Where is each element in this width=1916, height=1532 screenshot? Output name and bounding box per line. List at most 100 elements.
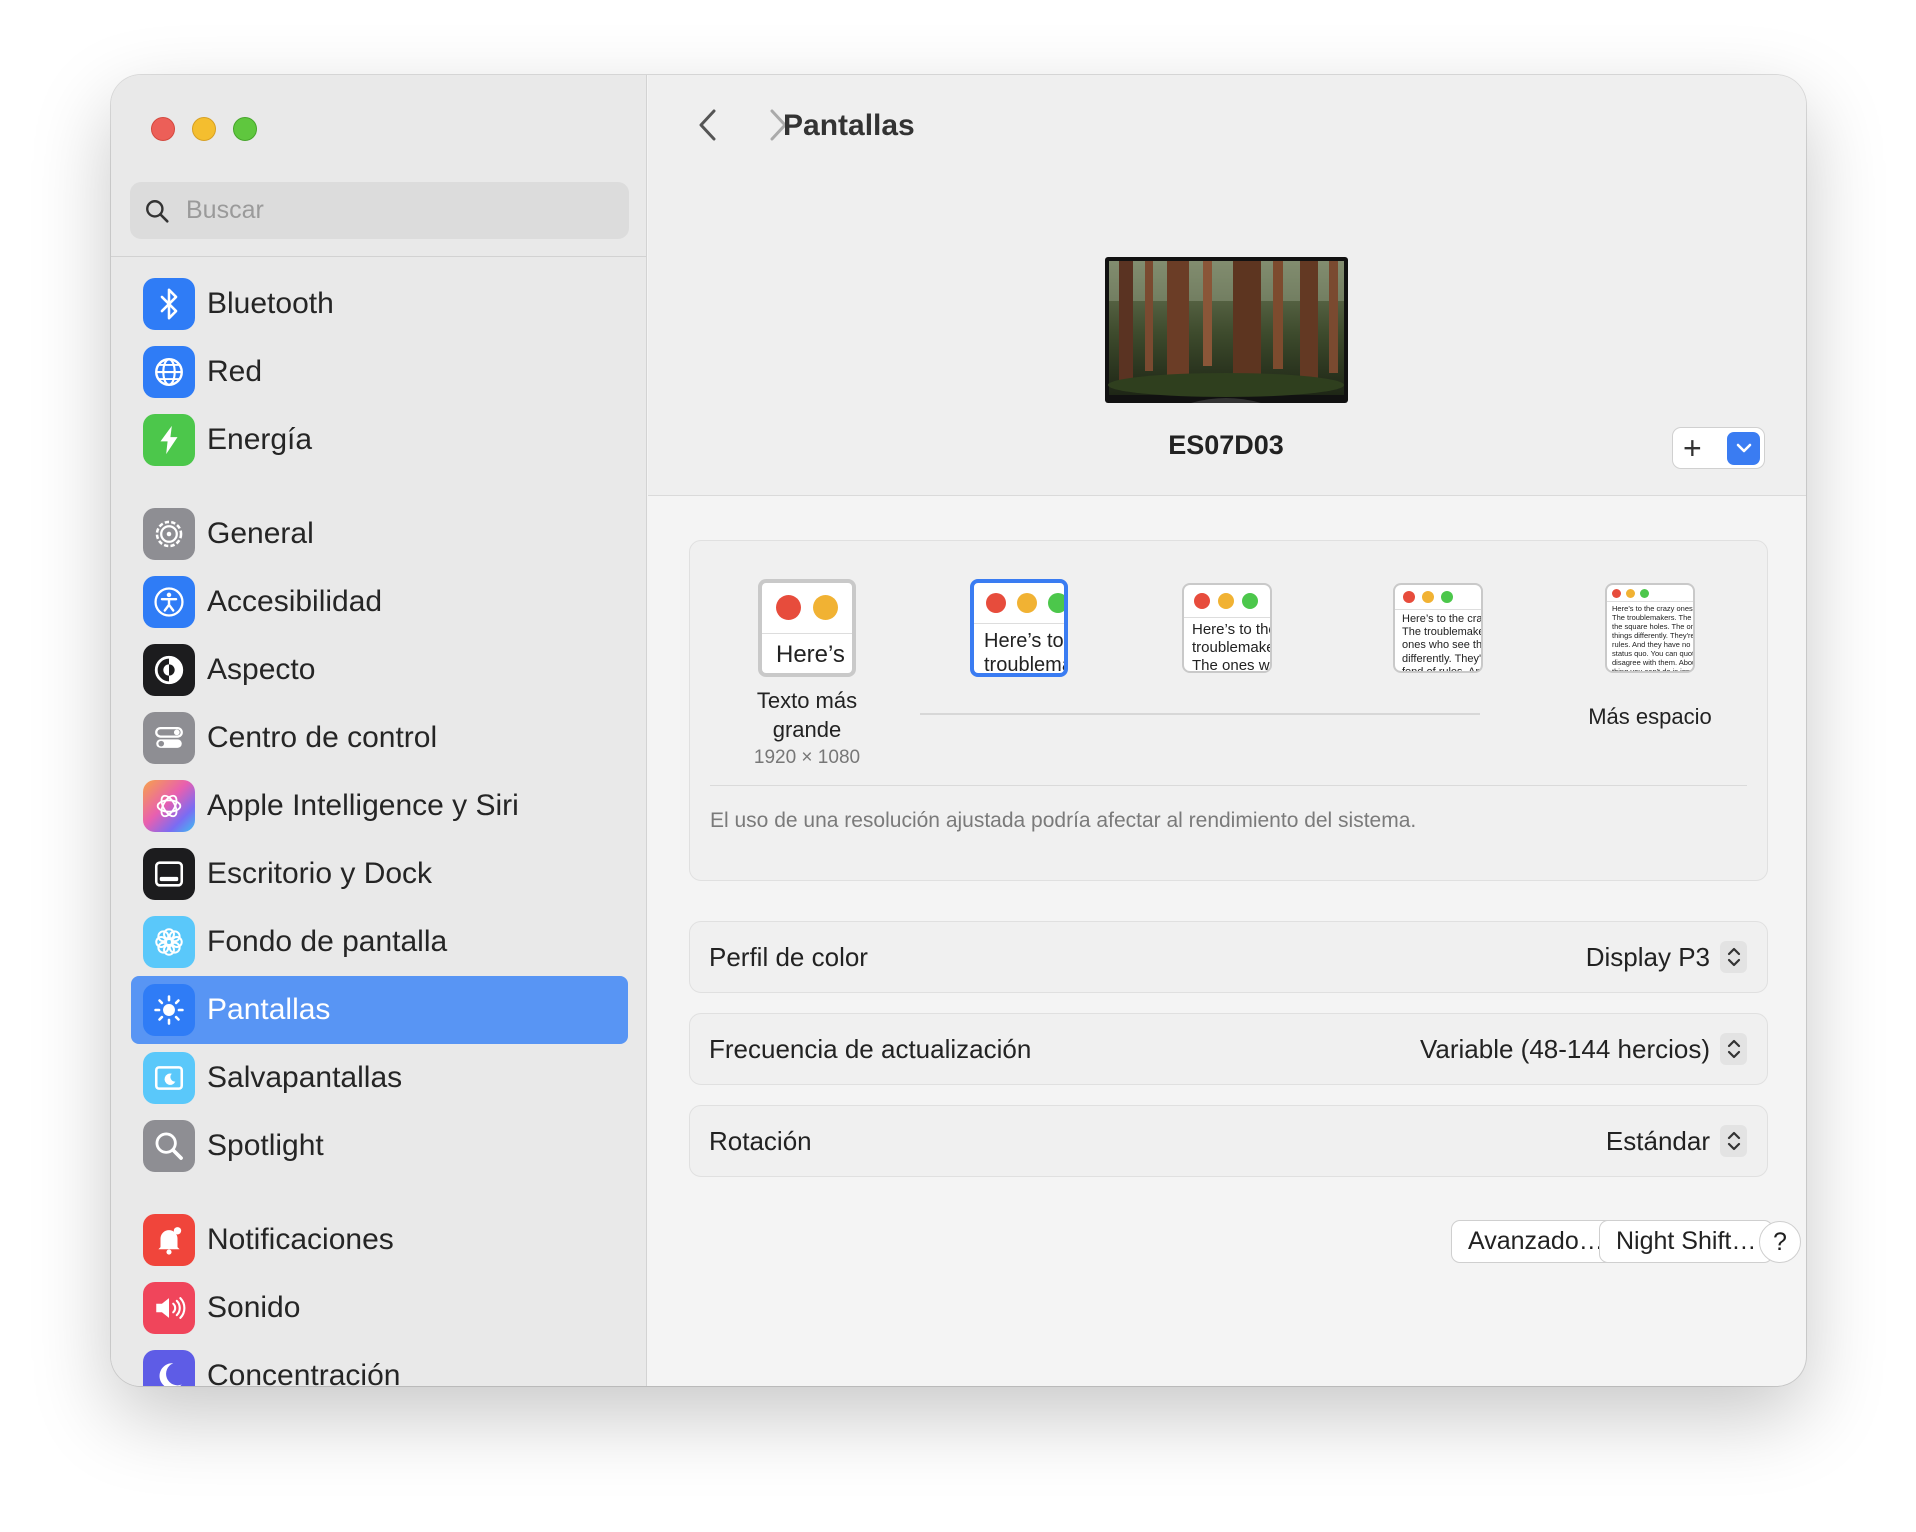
sun-icon — [143, 984, 195, 1036]
sidebar-item-siri[interactable]: Apple Intelligence y Siri — [131, 772, 628, 840]
window-dots-icon — [986, 593, 1064, 613]
resolution-panel: Here’s Texto más grande 1920 × 1080 Here… — [689, 540, 1768, 881]
bell-icon — [143, 1214, 195, 1266]
rotation-value: Estándar — [1605, 1125, 1710, 1156]
resolution-option-4[interactable]: Here’s to the crazy ones. The troublemak… — [1393, 583, 1483, 673]
resolution-preview-text: Here’s — [776, 641, 845, 668]
add-display-combo[interactable]: + — [1672, 427, 1765, 469]
sidebar-item-energy[interactable]: Energía — [131, 406, 628, 474]
color-profile-select[interactable]: Display P3 — [1586, 941, 1747, 973]
sidebar-item-label: Bluetooth — [207, 287, 334, 320]
rotation-row: Rotación Estándar — [689, 1105, 1768, 1177]
resolution-option-2[interactable]: Here’s to the troublemakers — [970, 579, 1068, 677]
resolution-preview-text: Here’s to the crazy ones. The troublemak… — [1402, 613, 1483, 673]
search-input[interactable] — [186, 196, 606, 225]
updown-chevron-icon — [1720, 1125, 1747, 1157]
refresh-rate-value: Variable (48-144 hercios) — [1420, 1033, 1710, 1064]
magnifier-icon — [143, 1120, 195, 1172]
sidebar-item-label: Salvapantallas — [207, 1061, 403, 1094]
help-button[interactable]: ? — [1759, 1221, 1801, 1263]
sidebar-item-control-center[interactable]: Centro de control — [131, 704, 628, 772]
sidebar: Bluetooth Red Energía Gene — [111, 75, 647, 1386]
color-profile-value: Display P3 — [1585, 941, 1710, 972]
window-dots-icon — [1403, 591, 1453, 603]
sidebar-item-label: Spotlight — [207, 1129, 324, 1162]
wallpaper-icon — [143, 916, 195, 968]
globe-icon — [143, 346, 195, 398]
speaker-icon — [143, 1282, 195, 1334]
sidebar-item-general[interactable]: General — [131, 500, 628, 568]
rotation-select[interactable]: Estándar — [1606, 1125, 1747, 1157]
color-profile-label: Perfil de color — [709, 941, 868, 972]
sidebar-item-label: Red — [207, 355, 263, 388]
sidebar-item-label: Concentración — [207, 1359, 401, 1386]
resolution-option-3[interactable]: Here’s to the troublemakers. The ones wh… — [1182, 583, 1272, 673]
resolution-option-more-space[interactable]: Here’s to the crazy ones. The misfits. T… — [1605, 583, 1695, 673]
resolution-preview-text: Here’s to the troublemakers. The ones wh… — [1192, 621, 1270, 673]
resolution-label-more-space: Más espacio — [1588, 704, 1712, 729]
moon-icon — [143, 1350, 195, 1386]
sidebar-divider — [111, 256, 646, 257]
add-display-dropdown[interactable] — [1727, 431, 1760, 465]
close-window-button[interactable] — [151, 117, 175, 141]
sidebar-item-accessibility[interactable]: Accesibilidad — [131, 568, 628, 636]
sidebar-item-label: Accesibilidad — [207, 585, 383, 618]
bluetooth-icon — [143, 278, 195, 330]
resolution-option-larger-text[interactable]: Here’s — [758, 579, 856, 677]
chevron-down-icon — [1736, 443, 1751, 453]
color-profile-row: Perfil de color Display P3 — [689, 921, 1768, 993]
window-dots-icon — [776, 595, 838, 620]
sidebar-item-spotlight[interactable]: Spotlight — [131, 1112, 628, 1180]
sidebar-item-label: Sonido — [207, 1291, 301, 1324]
refresh-rate-row: Frecuencia de actualización Variable (48… — [689, 1013, 1768, 1085]
sidebar-item-label: Aspecto — [207, 653, 316, 686]
control-center-icon — [143, 712, 195, 764]
page-title: Pantallas — [783, 109, 915, 142]
resolution-scale-line — [920, 713, 1480, 715]
sidebar-item-label: Notificaciones — [207, 1223, 394, 1256]
sidebar-item-label: Centro de control — [207, 721, 438, 754]
resolution-label-larger-text: Texto más grande — [756, 688, 858, 742]
gear-icon — [143, 508, 195, 560]
siri-icon — [143, 780, 195, 832]
add-display-button[interactable]: + — [1683, 432, 1702, 464]
resolution-preview-text: Here’s to the crazy ones. The misfits. T… — [1612, 604, 1695, 673]
sidebar-item-displays[interactable]: Pantallas — [131, 976, 628, 1044]
sidebar-item-wallpaper[interactable]: Fondo de pantalla — [131, 908, 628, 976]
resolution-note: El uso de una resolución ajustada podría… — [710, 809, 1417, 832]
sidebar-item-label: Escritorio y Dock — [207, 857, 433, 890]
back-button[interactable] — [688, 105, 728, 145]
sidebar-item-notifications[interactable]: Notificaciones — [131, 1206, 628, 1274]
display-thumbnail[interactable] — [1105, 257, 1348, 403]
sidebar-item-label: Apple Intelligence y Siri — [207, 789, 519, 822]
updown-chevron-icon — [1720, 1033, 1747, 1065]
search-icon — [146, 199, 169, 223]
display-name: ES07D03 — [1168, 430, 1284, 460]
sidebar-item-label: Pantallas — [207, 993, 331, 1026]
sidebar-item-sound[interactable]: Sonido — [131, 1274, 628, 1342]
bolt-icon — [143, 414, 195, 466]
dock-icon — [143, 848, 195, 900]
refresh-rate-label: Frecuencia de actualización — [709, 1033, 1032, 1064]
sidebar-item-screensaver[interactable]: Salvapantallas — [131, 1044, 628, 1112]
chevron-left-icon — [699, 109, 716, 141]
search-field[interactable] — [130, 182, 629, 239]
screensaver-icon — [143, 1052, 195, 1104]
sidebar-item-bluetooth[interactable]: Bluetooth — [131, 270, 628, 338]
sidebar-item-label: Fondo de pantalla — [207, 925, 448, 958]
sidebar-item-appearance[interactable]: Aspecto — [131, 636, 628, 704]
window-dots-icon — [1612, 589, 1649, 598]
sidebar-item-label: Energía — [207, 423, 313, 456]
zoom-window-button[interactable] — [233, 117, 257, 141]
minimize-window-button[interactable] — [192, 117, 216, 141]
advanced-button[interactable]: Avanzado… — [1451, 1220, 1621, 1263]
resolution-value: 1920 × 1080 — [753, 747, 861, 768]
updown-chevron-icon — [1720, 941, 1747, 973]
refresh-rate-select[interactable]: Variable (48-144 hercios) — [1420, 1033, 1747, 1065]
sidebar-item-desktop-dock[interactable]: Escritorio y Dock — [131, 840, 628, 908]
night-shift-button[interactable]: Night Shift… — [1599, 1220, 1774, 1263]
sidebar-item-focus[interactable]: Concentración — [131, 1342, 628, 1386]
sidebar-item-network[interactable]: Red — [131, 338, 628, 406]
window-controls — [151, 117, 257, 141]
appearance-icon — [143, 644, 195, 696]
